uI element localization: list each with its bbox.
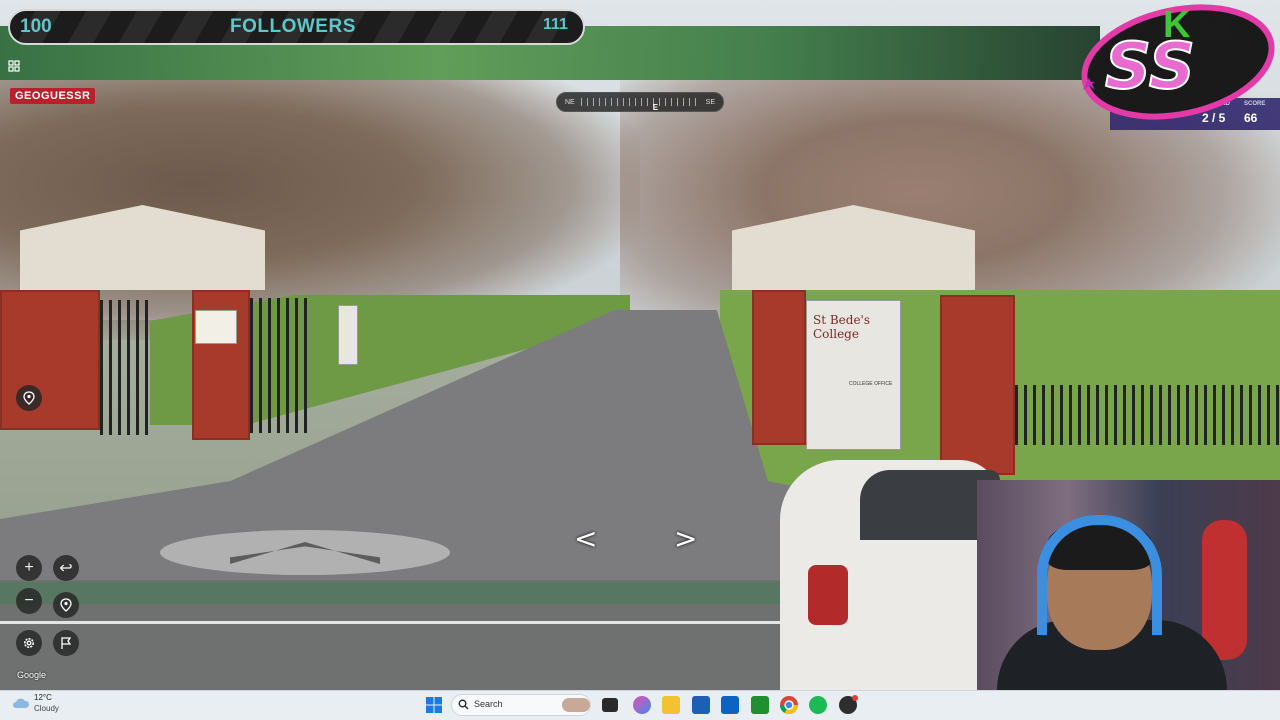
task-view-icon[interactable] xyxy=(602,698,618,712)
grid-menu-icon[interactable] xyxy=(8,60,20,72)
college-sign-text: St Bede's College xyxy=(813,313,871,341)
lane-line xyxy=(0,621,790,624)
left-gate-pillar-outer xyxy=(0,290,100,430)
search-placeholder: Search xyxy=(474,699,503,709)
car-taillight xyxy=(808,565,848,625)
headset xyxy=(1037,515,1162,635)
geoguessr-logo: GEOGUESSR xyxy=(10,88,96,104)
file-explorer-icon[interactable] xyxy=(662,696,680,714)
left-gate-door xyxy=(100,300,150,435)
return-to-start-button[interactable] xyxy=(53,592,79,618)
settings-button[interactable] xyxy=(16,630,42,656)
weather-description[interactable]: Cloudy xyxy=(34,704,59,713)
gear-icon xyxy=(24,638,34,648)
search-highlight-icon[interactable] xyxy=(562,698,590,712)
zoom-in-button[interactable]: + xyxy=(16,555,42,581)
cloud-icon xyxy=(13,698,30,708)
followers-goal: 111 xyxy=(543,16,568,33)
compass-e: E xyxy=(652,103,659,112)
safety-sign xyxy=(195,310,237,344)
move-cursor-ellipse[interactable] xyxy=(160,530,450,575)
k15-badge: K 15 xyxy=(1163,4,1230,47)
flag-icon xyxy=(61,637,72,649)
badge-num: 15 xyxy=(1196,11,1230,44)
copilot-icon[interactable] xyxy=(633,696,651,714)
undo-icon: ↩ xyxy=(59,560,73,577)
compass: NE E SE xyxy=(556,92,724,112)
notification-dot xyxy=(852,695,858,701)
windows-start-icon[interactable] xyxy=(425,696,443,714)
start-pin-icon xyxy=(60,598,72,612)
followers-label: FOLLOWERS xyxy=(230,16,356,37)
right-fence xyxy=(1015,385,1280,445)
zoom-out-icon: − xyxy=(24,592,34,609)
road-sign-post xyxy=(338,305,358,365)
flag-button[interactable] xyxy=(53,630,79,656)
microsoft-store-icon[interactable] xyxy=(692,696,710,714)
location-pin-button[interactable] xyxy=(16,385,42,411)
google-attribution: Google xyxy=(17,670,47,680)
compass-se: SE xyxy=(705,98,715,106)
xbox-icon[interactable] xyxy=(751,696,769,714)
pan-right-arrow-icon[interactable]: > xyxy=(674,522,697,555)
chrome-icon[interactable] xyxy=(779,695,799,715)
undo-move-button[interactable]: ↩ xyxy=(53,555,79,581)
webcam-feed xyxy=(977,480,1280,690)
zoom-out-button[interactable]: − xyxy=(16,588,42,614)
pan-left-arrow-icon[interactable]: < xyxy=(574,522,597,555)
compass-ticks: E xyxy=(580,98,700,112)
bike-lane xyxy=(0,582,800,604)
right-gate-pillar-right xyxy=(940,295,1015,475)
search-icon xyxy=(458,699,469,710)
outlook-icon[interactable] xyxy=(721,696,739,714)
left-gate-door-right xyxy=(250,298,310,433)
gaming-chair xyxy=(1202,520,1247,660)
badge-k: K xyxy=(1163,4,1191,46)
college-office-text: COLLEGE OFFICE xyxy=(849,381,893,387)
spotify-icon[interactable] xyxy=(809,696,827,714)
weather-temperature[interactable]: 12°C xyxy=(34,693,52,702)
right-gate-pillar-left xyxy=(752,290,806,445)
location-pin-icon xyxy=(23,391,35,405)
college-sign: St Bede's College COLLEGE OFFICE xyxy=(806,300,901,450)
compass-ne: NE xyxy=(565,98,575,106)
zoom-in-icon: + xyxy=(24,559,34,576)
followers-count: 100 xyxy=(20,16,52,37)
